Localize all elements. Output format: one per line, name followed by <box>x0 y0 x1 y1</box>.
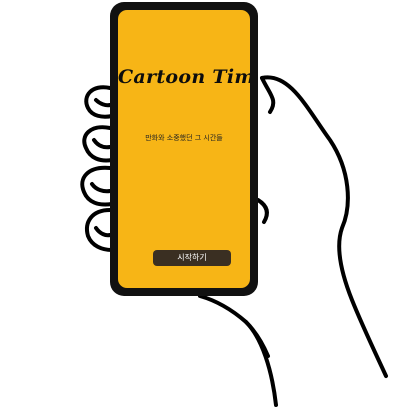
phone-screen: Cartoon Time 만화와 소중했던 그 시간들 시작하기 <box>118 10 250 288</box>
phone-frame: Cartoon Time 만화와 소중했던 그 시간들 시작하기 <box>110 2 258 296</box>
illustration-stage: Cartoon Time 만화와 소중했던 그 시간들 시작하기 <box>0 0 414 415</box>
app-title: Cartoon Time <box>118 66 250 88</box>
start-button[interactable]: 시작하기 <box>153 250 231 266</box>
app-tagline: 만화와 소중했던 그 시간들 <box>145 134 223 142</box>
